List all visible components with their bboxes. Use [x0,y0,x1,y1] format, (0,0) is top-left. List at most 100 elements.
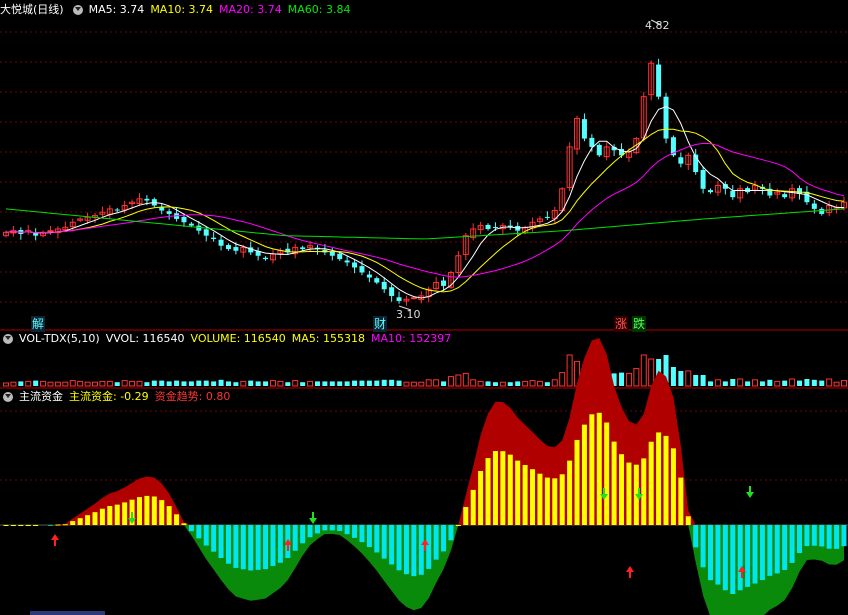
candle-down [196,225,202,231]
volume-bar [181,381,187,386]
volume-bar [700,375,706,386]
fund-bar-positive [62,524,68,526]
fund-bar-positive [77,518,83,525]
fund-bar-negative [396,525,402,571]
candle-down [203,229,209,236]
tag-cai[interactable]: 财 [373,316,388,332]
candle-down [359,266,365,273]
candle-down [782,194,788,198]
volume-bar [722,381,728,386]
volume-options-icon[interactable] [3,334,13,344]
fund-bar-negative [307,525,313,538]
fund-bar-negative [441,525,447,552]
volume-bar [269,380,276,387]
volume-bar [819,380,825,386]
volume-bar [515,381,521,386]
volume-bar [433,379,440,387]
volume-bar [159,380,165,386]
fund-bar-positive [92,512,98,525]
fund-bar-negative [767,525,773,576]
fund-bar-positive [596,412,602,525]
volume-bar [359,380,365,386]
volume-bar [292,380,299,387]
volume-bar [25,380,32,387]
volume-bar [685,370,692,387]
volume-bar [782,380,788,386]
fund-bar-positive [85,515,91,525]
candle-down [225,245,231,250]
fund-bar-negative [722,525,728,591]
fund-bar-negative [270,525,276,566]
low-price-label: 3.10 [396,308,421,321]
volume-bar [144,382,150,386]
volume-bar [255,381,261,386]
volume-bar [714,379,721,387]
volume-bar [344,381,350,386]
ma10-line [5,128,845,293]
fund-bar-positive [159,500,165,525]
candle-down [352,262,358,268]
volume-bar [492,382,498,386]
stock-title: 大悦城(日线) [0,3,64,16]
volume-bar [166,381,172,386]
ma60-line [5,208,845,240]
volume-bar [329,381,335,386]
fund-bar-positive [589,414,595,525]
tag-die[interactable]: 跌 [632,316,647,332]
volume-bar [522,380,529,387]
candle-down [211,237,217,240]
main-fund-label: 主流资金: -0.29 [69,390,149,403]
fund-bar-negative [277,525,283,563]
volume-bar [625,372,632,387]
fund-options-icon[interactable] [3,392,13,402]
fund-bar-positive [544,477,550,525]
candle-down [700,170,706,189]
volume-bar [485,381,491,386]
fund-bar-positive [515,460,521,525]
fund-bar-negative [789,525,795,563]
volume-bar [826,378,833,387]
tag-jie[interactable]: 解 [31,316,46,332]
candle-down [544,216,550,218]
fund-bar-positive [151,496,157,525]
fund-bar-negative [745,525,751,587]
volume-bar [418,381,425,387]
candle-down [663,96,669,139]
volume-bar [403,381,410,387]
candle-down [263,257,269,260]
time-scrollbar[interactable] [30,611,105,615]
fund-bar-negative [752,525,758,584]
volume-bar [833,381,840,387]
fund-bar-negative [314,525,320,534]
volume-bar [69,380,76,387]
fund-indicator-name: 主流资金 [19,390,63,403]
volume-bar [804,379,810,386]
ma20-line [5,142,845,278]
fund-bar-negative [366,525,372,548]
volume-bar [559,372,566,387]
sell-arrow-icon [746,486,754,498]
fund-bar-positive [463,507,469,525]
volume-bar [84,381,91,387]
candle-down [144,198,150,201]
volume-bar [136,380,143,387]
fund-bar-negative [389,525,395,565]
volume-bar [499,381,506,387]
candle-down [166,211,172,214]
fund-bar-positive [99,508,105,525]
stock-chart-canvas[interactable] [0,0,848,615]
fund-bar-positive [537,473,543,525]
tag-zhang[interactable]: 涨 [614,316,629,332]
candle-down [581,119,587,139]
volume-bar [410,381,417,387]
volume-bar [307,380,314,387]
volume-bar [425,379,432,387]
volume-bar [352,380,358,386]
fund-bar-positive [670,448,676,525]
fund-bar-positive [604,422,610,525]
volume-bar [470,379,477,387]
options-dropdown-icon[interactable] [72,5,83,15]
fund-bar-negative [811,525,817,546]
high-price-label: 4.82 [645,19,670,32]
volume-bar [240,380,247,387]
